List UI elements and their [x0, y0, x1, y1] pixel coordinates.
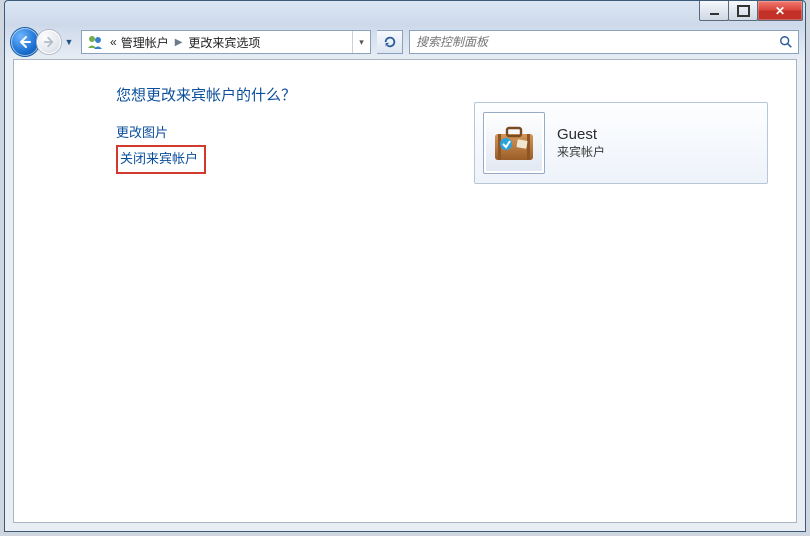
navigation-row: ▼ « 管理帐户 ▶ 更改来宾选项 ▾ — [11, 27, 799, 57]
content-pane: 您想更改来宾帐户的什么？ 更改图片 关闭来宾帐户 — [14, 60, 796, 522]
arrow-left-icon — [18, 35, 32, 49]
account-text: Guest 来宾帐户 — [557, 126, 605, 160]
refresh-icon — [383, 35, 397, 49]
link-turn-off-guest[interactable]: 关闭来宾帐户 — [120, 147, 198, 171]
account-picture — [483, 112, 545, 174]
account-tile-guest[interactable]: Guest 来宾帐户 — [474, 102, 768, 184]
forward-button[interactable] — [37, 30, 61, 54]
caption-buttons — [700, 1, 803, 21]
search-icon[interactable] — [778, 35, 794, 49]
search-box[interactable] — [409, 30, 799, 54]
suitcase-icon — [489, 118, 539, 168]
close-button[interactable] — [757, 1, 803, 21]
account-type: 来宾帐户 — [557, 143, 605, 160]
address-bar[interactable]: « 管理帐户 ▶ 更改来宾选项 ▾ — [81, 30, 371, 54]
breadcrumb-separator-icon: ▶ — [175, 37, 183, 48]
annotation-highlight: 关闭来宾帐户 — [116, 145, 206, 174]
back-button[interactable] — [11, 28, 39, 56]
account-name: Guest — [557, 126, 605, 143]
search-input[interactable] — [416, 35, 778, 49]
breadcrumb-prefix: « — [108, 35, 119, 49]
nav-buttons: ▼ — [11, 27, 75, 57]
client-area: 您想更改来宾帐户的什么？ 更改图片 关闭来宾帐户 — [13, 59, 797, 523]
refresh-button[interactable] — [377, 30, 403, 54]
user-accounts-icon — [86, 33, 104, 51]
arrow-right-icon — [43, 36, 55, 48]
maximize-button[interactable] — [728, 1, 758, 21]
address-history-dropdown[interactable]: ▾ — [352, 31, 370, 53]
recent-pages-dropdown[interactable]: ▼ — [63, 28, 75, 56]
breadcrumb-seg-manage-accounts[interactable]: 管理帐户 — [119, 34, 171, 51]
explorer-window: ▼ « 管理帐户 ▶ 更改来宾选项 ▾ — [4, 0, 806, 532]
minimize-button[interactable] — [699, 1, 729, 21]
breadcrumb-seg-change-guest[interactable]: 更改来宾选项 — [186, 34, 262, 51]
